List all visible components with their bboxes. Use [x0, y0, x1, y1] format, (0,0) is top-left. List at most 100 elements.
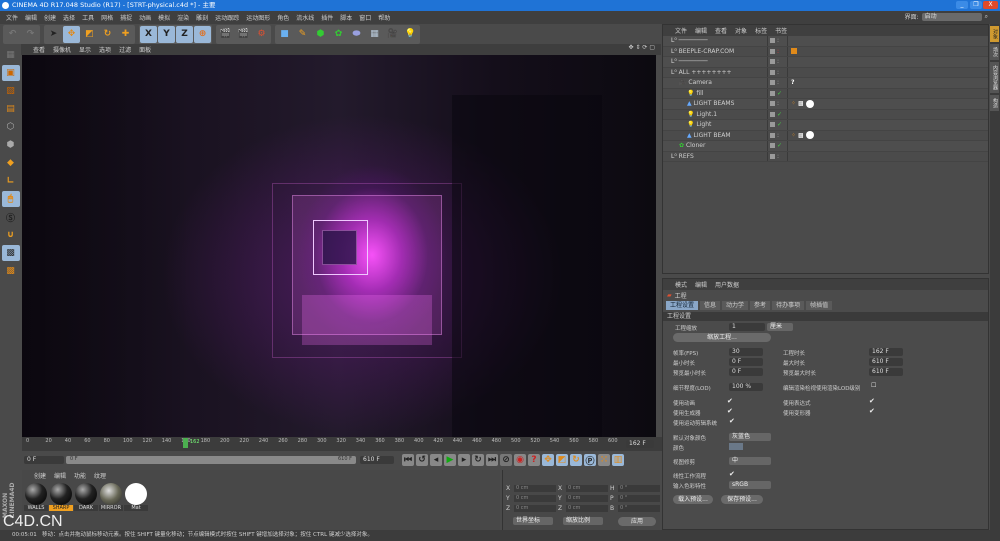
material-swatch[interactable]: WALLS: [24, 483, 48, 515]
use-deformers-checkbox[interactable]: ✔: [869, 407, 875, 415]
material-menu-item[interactable]: 编辑: [54, 471, 66, 480]
menu-item[interactable]: 动画: [139, 13, 151, 22]
make-editable-icon[interactable]: ▦: [2, 47, 20, 63]
select-tool-icon[interactable]: ➤: [45, 26, 62, 43]
coord-input[interactable]: 0 cm: [566, 494, 608, 502]
coord-input[interactable]: 0 cm: [514, 494, 556, 502]
use-generators-checkbox[interactable]: ✔: [727, 407, 733, 415]
object-name-cell[interactable]: ✿ Cloner: [663, 141, 768, 151]
status-icon[interactable]: ✓: [777, 121, 782, 128]
key-position-icon[interactable]: ✥: [542, 454, 554, 466]
default-color-dropdown[interactable]: 灰蓝色: [729, 433, 771, 441]
visibility-toggle[interactable]: [770, 153, 775, 159]
snap-icon[interactable]: Ⓢ: [2, 209, 20, 225]
viewport-menu-item[interactable]: 摄像机: [53, 45, 71, 54]
render-settings-icon[interactable]: ⚙: [253, 26, 270, 43]
object-name-cell[interactable]: 💡 Light.1: [663, 109, 768, 119]
attribute-menu-item[interactable]: 模式: [675, 280, 687, 289]
attribute-menu-item[interactable]: 用户数据: [715, 280, 739, 289]
record-icon[interactable]: ⊘: [500, 454, 512, 466]
object-row[interactable]: 🎥 Camera:?: [663, 78, 988, 89]
y-axis-button[interactable]: Y: [158, 25, 175, 43]
z-axis-button[interactable]: Z: [176, 25, 193, 43]
use-expressions-checkbox[interactable]: ✔: [869, 397, 875, 405]
object-menu-item[interactable]: 编辑: [695, 26, 707, 35]
coord-input[interactable]: 0 cm: [566, 484, 608, 492]
status-icon[interactable]: :: [777, 100, 779, 107]
visibility-toggle[interactable]: [770, 111, 775, 117]
coord-input[interactable]: 0 cm: [566, 504, 608, 512]
restore-button[interactable]: ❐: [970, 1, 982, 9]
start-frame-field[interactable]: 0 F: [24, 456, 64, 464]
deformer-icon[interactable]: ⬬: [348, 26, 365, 43]
go-to-end-icon[interactable]: ⏭: [486, 454, 498, 466]
object-name-cell[interactable]: L⁰ ALL ++++++++: [663, 67, 768, 77]
color-swatch[interactable]: [729, 443, 743, 450]
object-menu-item[interactable]: 查看: [715, 26, 727, 35]
previous-frame-icon[interactable]: ◂: [430, 454, 442, 466]
menu-item[interactable]: 渲染: [177, 13, 189, 22]
coord-input[interactable]: 0 °: [618, 494, 660, 502]
status-icon[interactable]: :: [777, 37, 779, 44]
axis-icon[interactable]: ∟: [2, 173, 20, 189]
menu-item[interactable]: 捕捉: [120, 13, 132, 22]
tweak-mode-icon[interactable]: 🖱: [1, 191, 20, 207]
object-name-cell[interactable]: ▲ LIGHT BEAMS: [663, 99, 768, 109]
viewport-menu-item[interactable]: 查看: [33, 45, 45, 54]
visibility-toggle[interactable]: [770, 69, 775, 75]
object-name-cell[interactable]: 💡 Light: [663, 120, 768, 130]
material-menu-item[interactable]: 功能: [74, 471, 86, 480]
menu-item[interactable]: 编辑: [25, 13, 37, 22]
undo-button[interactable]: ↶: [4, 26, 21, 43]
camera-icon[interactable]: 🎥: [384, 26, 401, 43]
menu-item[interactable]: 流水线: [296, 13, 314, 22]
auto-key-icon[interactable]: ◉: [514, 454, 526, 466]
visibility-toggle[interactable]: [770, 59, 775, 65]
object-menu-item[interactable]: 文件: [675, 26, 687, 35]
viewport-menu-item[interactable]: 面板: [139, 45, 151, 54]
coord-input[interactable]: 0 cm: [514, 484, 556, 492]
edges-mode-icon[interactable]: ⬢: [2, 137, 20, 153]
material-tag-icon[interactable]: [805, 131, 814, 140]
object-menu-item[interactable]: 对象: [735, 26, 747, 35]
object-name-cell[interactable]: L⁰ REFS: [663, 151, 768, 161]
coord-input[interactable]: 0 °: [618, 484, 660, 492]
object-row[interactable]: 💡 fill ✓: [663, 88, 988, 99]
redo-button[interactable]: ↷: [22, 26, 39, 43]
use-motion-checkbox[interactable]: ✔: [729, 417, 735, 425]
layout-selector[interactable]: 界面: 启动 ⌕: [905, 12, 988, 21]
attribute-tab[interactable]: 工程设置: [666, 301, 699, 310]
x-axis-button[interactable]: X: [140, 25, 157, 43]
menu-item[interactable]: 角色: [277, 13, 289, 22]
input-color-dropdown[interactable]: sRGB: [729, 481, 771, 489]
scale-project-button[interactable]: 缩放工程...: [673, 333, 771, 342]
status-icon[interactable]: :: [777, 69, 779, 76]
viewport-menu-item[interactable]: 过滤: [119, 45, 131, 54]
right-tab[interactable]: 内容浏览器: [990, 62, 999, 93]
polygons-mode-icon[interactable]: ◆: [2, 155, 20, 171]
display-tag-icon[interactable]: [791, 48, 797, 55]
material-swatch[interactable]: MIRROR: [99, 483, 123, 515]
object-name-cell[interactable]: L⁰ ────────: [663, 57, 768, 67]
visibility-toggle[interactable]: [770, 80, 775, 86]
visibility-toggle[interactable]: [770, 143, 775, 149]
coord-input[interactable]: 0 °: [618, 504, 660, 512]
object-row[interactable]: L⁰ BEEPLE-CRAP.COM:: [663, 46, 988, 57]
viewport-menu-item[interactable]: 选项: [99, 45, 111, 54]
move-tool-icon[interactable]: ✥: [63, 25, 80, 43]
key-parameter-icon[interactable]: Ⓟ: [584, 454, 596, 467]
menu-item[interactable]: 工具: [82, 13, 94, 22]
menu-item[interactable]: 插件: [321, 13, 333, 22]
transform-tool-icon[interactable]: ✚: [117, 26, 134, 43]
object-name-cell[interactable]: L⁰ BEEPLE-CRAP.COM: [663, 46, 768, 56]
key-scale-icon[interactable]: ◩: [556, 454, 568, 466]
coord-scale-dropdown[interactable]: 缩放比例: [563, 517, 603, 525]
attribute-tab[interactable]: 帧插值: [806, 301, 833, 310]
workplane-lock-icon[interactable]: ▩: [1, 245, 20, 261]
object-name-cell[interactable]: 💡 fill: [663, 88, 768, 98]
viewport-3d[interactable]: [22, 55, 656, 437]
project-length-input[interactable]: 162 F: [869, 348, 903, 356]
right-tab[interactable]: 场次: [990, 44, 999, 60]
load-preset-button[interactable]: 载入预设...: [673, 495, 713, 504]
object-name-cell[interactable]: 🎥 Camera: [663, 78, 768, 88]
